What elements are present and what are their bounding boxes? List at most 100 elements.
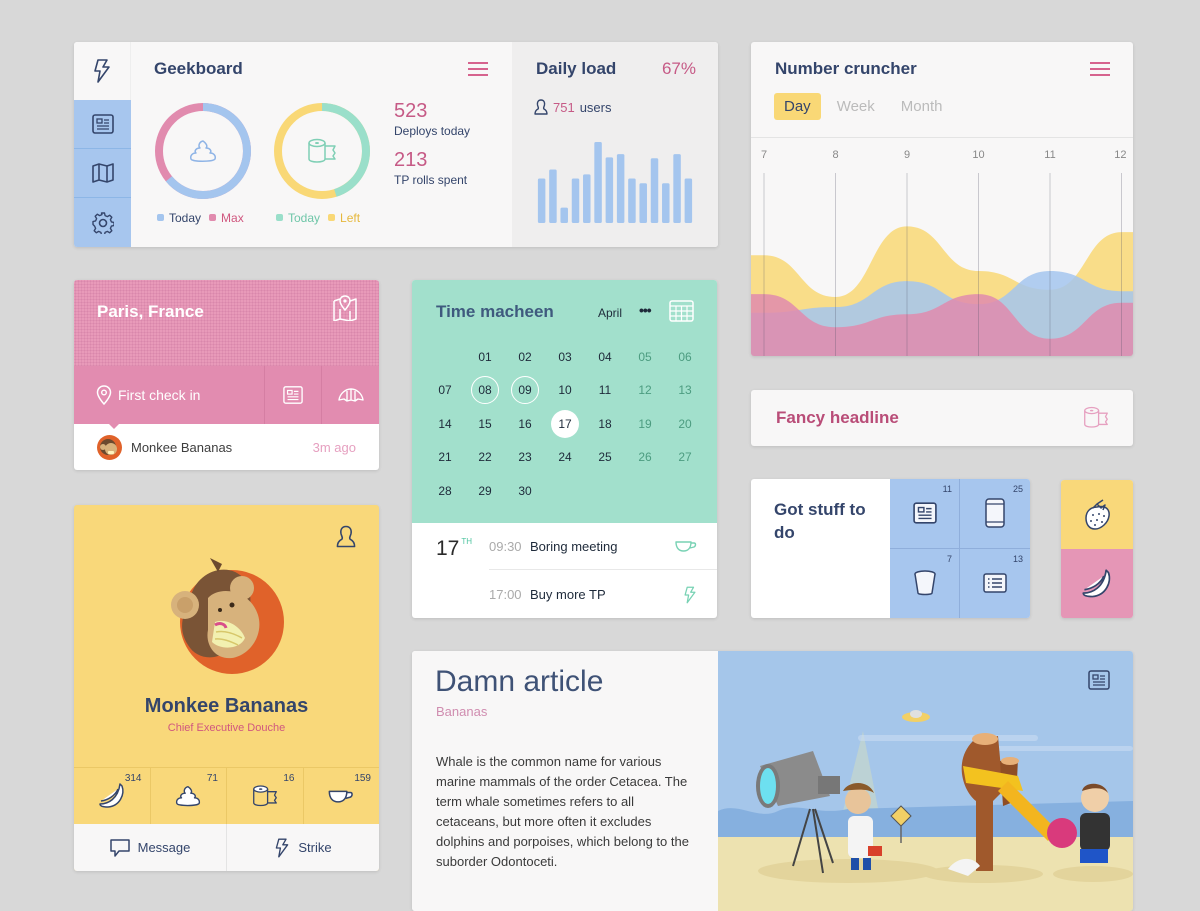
calendar-day-13[interactable]: 13 [665, 374, 705, 408]
x-tick-label: 8 [832, 149, 838, 161]
hamburger-menu-icon[interactable] [468, 62, 488, 80]
cruncher-title: Number cruncher [775, 59, 917, 78]
news-button[interactable] [265, 366, 322, 424]
banana-tile[interactable] [1061, 549, 1133, 618]
calendar-day-14[interactable]: 14 [425, 407, 465, 441]
tab-day[interactable]: Day [774, 93, 821, 120]
users-number: 751 [553, 99, 575, 115]
poop-icon [190, 140, 216, 162]
day-number: 15 [478, 416, 492, 431]
event-time: 17:00 [489, 587, 522, 602]
stat-toilet-paper[interactable]: 16 [227, 768, 304, 824]
article-title: Damn article [435, 665, 604, 698]
stat-bananas[interactable]: 314 [74, 768, 151, 824]
calendar-day-02[interactable]: 02 [505, 340, 545, 374]
x-tick-label: 12 [1114, 149, 1126, 161]
calendar-day-30[interactable]: 30 [505, 474, 545, 508]
calendar-day-18[interactable]: 18 [585, 407, 625, 441]
fruit-tiles [1061, 480, 1133, 618]
calendar-day-28[interactable]: 28 [425, 474, 465, 508]
calendar-day-03[interactable]: 03 [545, 340, 585, 374]
load-bar [639, 183, 647, 223]
load-bar [662, 183, 670, 223]
event-item[interactable]: 17:00 Buy more TP [489, 571, 717, 618]
checkin-card: Paris, France First check in Monkee Bana… [74, 280, 379, 470]
calendar-day-10[interactable]: 10 [545, 374, 585, 408]
month-selector[interactable]: April [598, 306, 622, 320]
calendar-day-26[interactable]: 26 [625, 441, 665, 475]
strawberry-tile[interactable] [1061, 480, 1133, 549]
world-map-background [74, 280, 379, 366]
lightning-icon [94, 59, 110, 83]
todo-tile-news[interactable]: 11 [890, 479, 960, 549]
day-number: 07 [438, 383, 452, 398]
nav-settings[interactable] [74, 198, 131, 247]
user-icon[interactable] [336, 525, 356, 548]
calendar-day-06[interactable]: 06 [665, 340, 705, 374]
first-checkin-label: First check in [118, 387, 201, 403]
stat-tp: 213 TP rolls spent [394, 149, 467, 187]
todo-tile-cup[interactable]: 7 [890, 548, 960, 618]
map-pin-icon[interactable] [333, 295, 357, 321]
side-nav [74, 42, 131, 247]
pointer-notch [108, 423, 120, 429]
calendar-day-12[interactable]: 12 [625, 374, 665, 408]
calendar-day-24[interactable]: 24 [545, 441, 585, 475]
calendar-day-16[interactable]: 16 [505, 407, 545, 441]
calendar-day-08[interactable]: 08 [465, 374, 505, 408]
event-title: Boring meeting [530, 538, 618, 554]
calendar-day-11[interactable]: 11 [585, 374, 625, 408]
event-item[interactable]: 09:30 Boring meeting [489, 523, 717, 570]
calendar-day-23[interactable]: 23 [505, 441, 545, 475]
nav-map[interactable] [74, 149, 131, 198]
tab-month[interactable]: Month [891, 93, 953, 120]
stat-poop[interactable]: 71 [151, 768, 227, 824]
news-icon[interactable] [1088, 670, 1110, 690]
message-button[interactable]: Message [74, 824, 227, 871]
selected-date: 17 TH [436, 537, 472, 561]
calendar-day-15[interactable]: 15 [465, 407, 505, 441]
x-tick-label: 7 [761, 149, 767, 161]
period-tabs: Day Week Month [774, 93, 952, 120]
day-number: 03 [558, 349, 572, 364]
calendar-icon[interactable] [669, 300, 694, 322]
stat-coffee[interactable]: 159 [304, 768, 380, 824]
day-number: 30 [518, 483, 532, 498]
hamburger-menu-icon[interactable] [1090, 62, 1110, 80]
calendar-day-25[interactable]: 25 [585, 441, 625, 475]
load-bar [560, 207, 568, 223]
calendar-day-19[interactable]: 19 [625, 407, 665, 441]
checkin-user[interactable]: Monkee Bananas [97, 435, 232, 460]
croissant-button[interactable] [322, 366, 379, 424]
todo-tile-phone[interactable]: 25 [960, 479, 1030, 549]
x-tick-label: 11 [1044, 149, 1055, 161]
map-icon [91, 163, 114, 183]
todo-tile-list[interactable]: 13 [960, 549, 1030, 619]
calendar-day-04[interactable]: 04 [585, 340, 625, 374]
first-checkin-button[interactable]: First check in [74, 366, 265, 424]
toilet-paper-icon [308, 138, 336, 163]
calendar-day-21[interactable]: 21 [425, 441, 465, 475]
tab-week[interactable]: Week [827, 93, 885, 120]
cup-icon [913, 570, 936, 596]
calendar-day-20[interactable]: 20 [665, 407, 705, 441]
calendar-day-05[interactable]: 05 [625, 340, 665, 374]
calendar-day-22[interactable]: 22 [465, 441, 505, 475]
nav-lightning[interactable] [74, 42, 131, 100]
toilet-paper-icon[interactable] [1083, 406, 1109, 429]
day-number: 08 [471, 376, 499, 405]
todo-tiles: 11 25 7 13 [890, 479, 1030, 618]
calendar-day-29[interactable]: 29 [465, 474, 505, 508]
monkey-avatar [171, 558, 284, 674]
calendar-day-07[interactable]: 07 [425, 374, 465, 408]
more-options-icon[interactable]: ••• [639, 302, 652, 318]
load-bar [594, 142, 602, 223]
calendar-day-17[interactable]: 17 [545, 407, 585, 441]
profile-role: Chief Executive Douche [167, 722, 286, 734]
calendar-day-27[interactable]: 27 [665, 441, 705, 475]
calendar-day-01[interactable]: 01 [465, 340, 505, 374]
nav-news[interactable] [74, 100, 131, 149]
stat-count: 71 [206, 773, 218, 784]
calendar-day-09[interactable]: 09 [505, 374, 545, 408]
strike-button[interactable]: Strike [227, 824, 379, 871]
